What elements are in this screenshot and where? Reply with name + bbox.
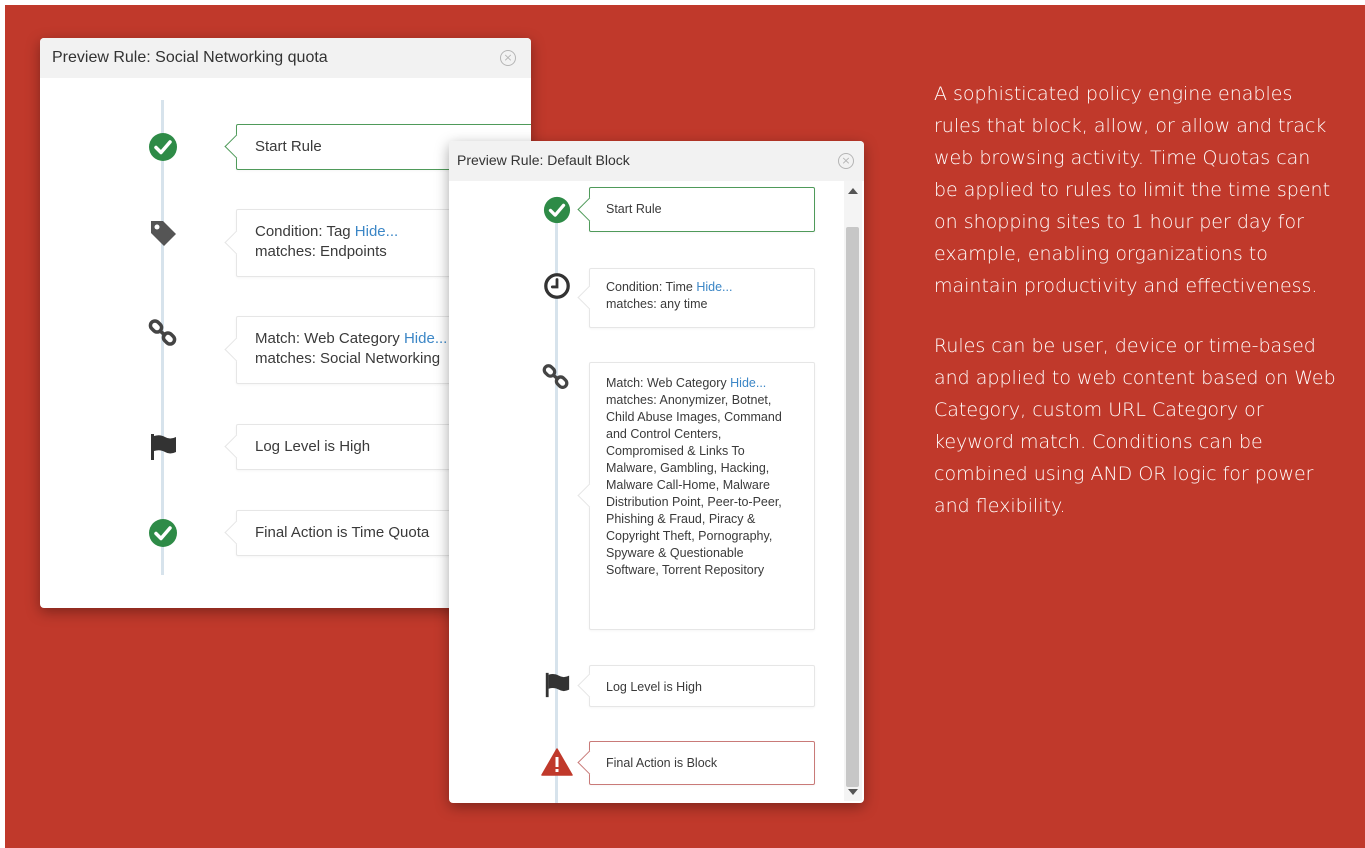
check-circle-icon	[148, 132, 178, 162]
check-circle-icon	[148, 518, 178, 548]
clock-icon	[543, 272, 571, 300]
flag-icon	[148, 432, 178, 462]
window-title: Preview Rule: Default Block	[457, 152, 630, 168]
window-title-bar: Preview Rule: Social Networking quota	[40, 38, 531, 78]
step-condition-time: Condition: Time Hide... matches: any tim…	[589, 268, 815, 328]
step-final-action: Final Action is Block	[589, 741, 815, 785]
link-icon	[148, 318, 178, 348]
warning-icon	[541, 747, 573, 777]
link-icon	[542, 363, 570, 391]
preview-rule-window-default-block: Preview Rule: Default Block × Start Rule…	[449, 141, 864, 803]
hide-link[interactable]: Hide...	[404, 330, 447, 347]
description-paragraph-1: A sophisticated policy engine enables ru…	[934, 83, 1331, 297]
step-match-category: Match: Web Category Hide... matches: Ano…	[589, 362, 815, 630]
step-log-level: Log Level is High	[589, 665, 815, 707]
scroll-up-icon[interactable]	[848, 188, 858, 194]
flag-icon	[543, 671, 571, 699]
close-icon[interactable]: ×	[838, 153, 854, 169]
scroll-thumb[interactable]	[846, 227, 859, 787]
scrollbar[interactable]	[844, 181, 862, 801]
feature-description: A sophisticated policy engine enables ru…	[934, 78, 1339, 550]
hide-link[interactable]: Hide...	[355, 223, 398, 240]
description-paragraph-2: Rules can be user, device or time-based …	[934, 335, 1336, 517]
check-circle-icon	[543, 196, 571, 224]
close-icon[interactable]: ×	[500, 50, 516, 66]
hide-link[interactable]: Hide...	[696, 280, 732, 294]
hide-link[interactable]: Hide...	[730, 376, 766, 390]
window-title: Preview Rule: Social Networking quota	[52, 49, 328, 66]
scroll-down-icon[interactable]	[848, 789, 858, 795]
step-start-rule[interactable]: Start Rule	[589, 187, 815, 232]
window-title-bar: Preview Rule: Default Block	[449, 141, 864, 181]
tag-icon	[148, 218, 178, 248]
